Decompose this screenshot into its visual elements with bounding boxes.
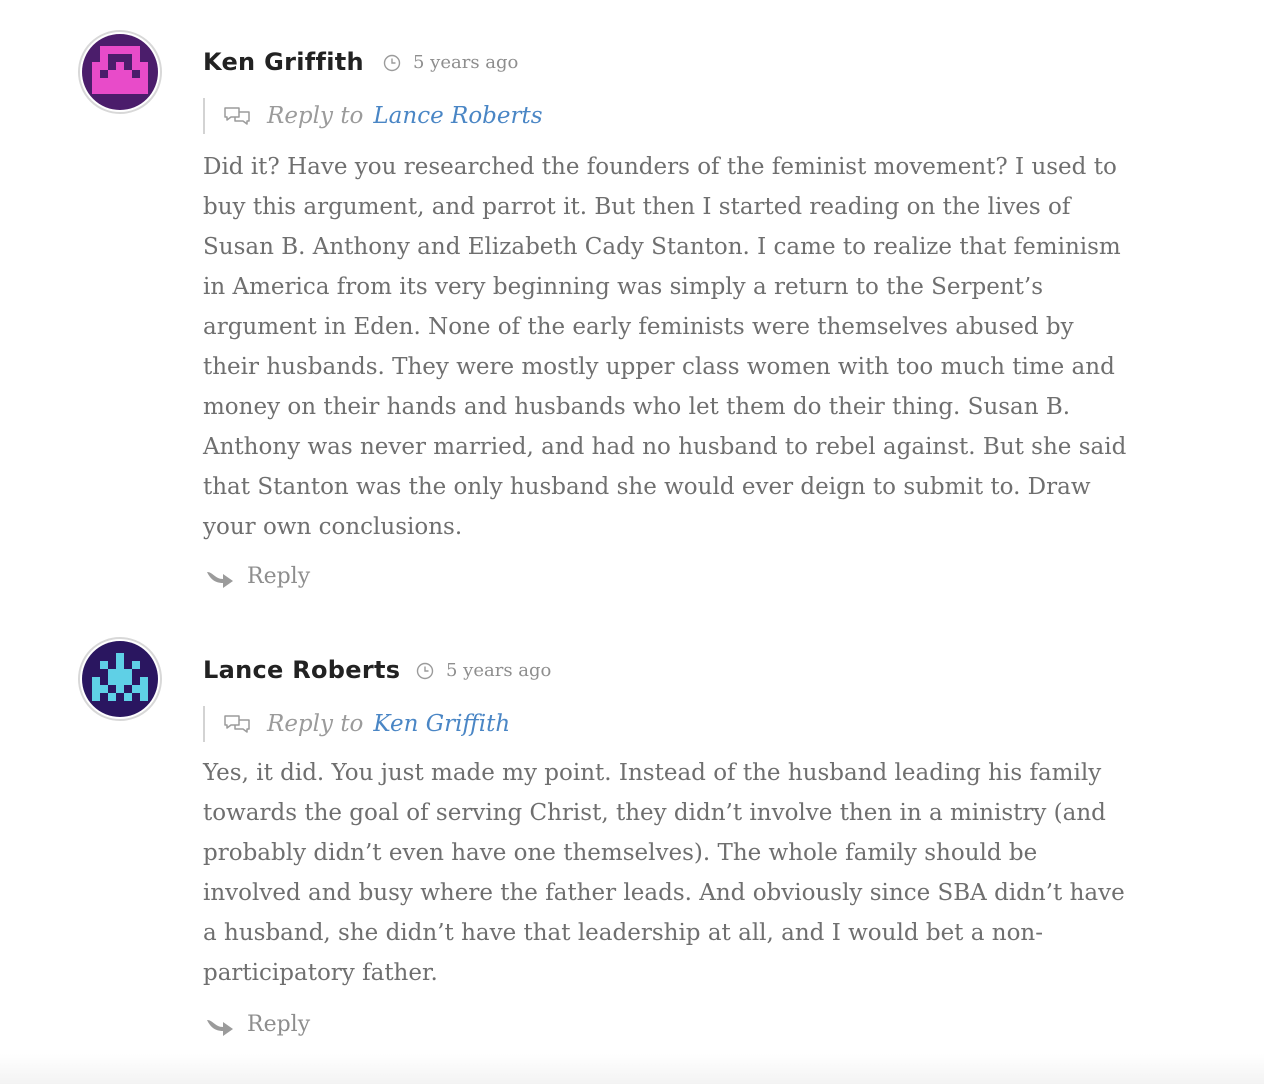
avatar-background [82,641,158,717]
comment-author[interactable]: Lance Roberts [203,656,400,684]
reply-to-context: Reply to Lance Roberts [203,98,543,134]
reply-arrow-icon [207,571,233,588]
chat-bubbles-icon [224,715,250,733]
clock-icon [416,662,434,679]
reply-arrow-icon [207,1019,233,1036]
reply-button[interactable]: Reply [205,1012,310,1037]
comment-body: Yes, it did. You just made my point. Ins… [203,760,1125,986]
comment-timestamp[interactable]: 5 years ago [383,52,518,73]
clock-icon [383,54,401,71]
chat-bubbles-icon [224,107,250,125]
timestamp-text: 5 years ago [446,660,552,681]
reply-button-label: Reply [247,564,311,589]
reply-to-author-link[interactable]: Ken Griffith [373,711,510,737]
pixel-avatar-icon [92,46,148,94]
pixel-avatar-icon [92,653,148,701]
reply-to-label: Reply to [267,103,364,129]
comment-author[interactable]: Ken Griffith [203,48,364,76]
reply-to-context: Reply to Ken Griffith [203,706,510,742]
comment-body: Did it? Have you researched the founders… [203,154,1127,540]
reply-to-label: Reply to [267,711,364,737]
avatar-background [82,34,158,110]
reply-button[interactable]: Reply [205,564,310,589]
timestamp-text: 5 years ago [413,52,519,73]
page-bottom-fade [0,1054,1264,1084]
comment-timestamp[interactable]: 5 years ago [416,660,551,681]
avatar[interactable] [78,637,162,721]
reply-to-author-link[interactable]: Lance Roberts [373,103,542,129]
reply-button-label: Reply [247,1012,311,1037]
avatar[interactable] [78,30,162,114]
